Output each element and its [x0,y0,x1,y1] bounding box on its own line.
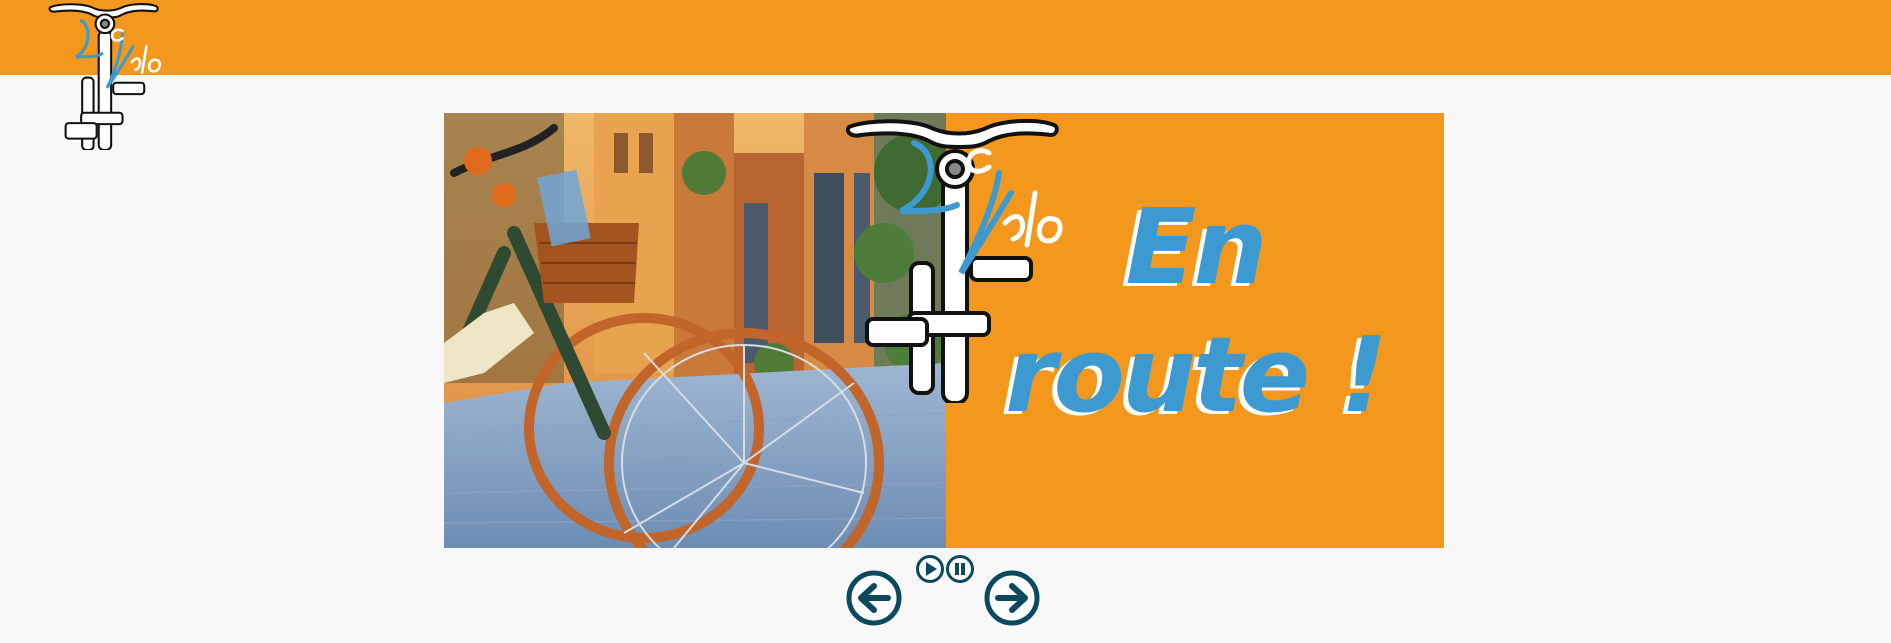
pause-button[interactable] [945,554,975,584]
previous-slide-button[interactable] [846,570,902,626]
header-bar [0,0,1891,75]
carousel-slide: En route ! [444,113,1444,548]
carousel-controls [840,550,1050,630]
next-slide-button[interactable] [984,570,1040,626]
arrow-left-icon [846,570,902,626]
play-button[interactable] [915,554,945,584]
play-icon [916,555,944,583]
arrow-right-icon [984,570,1040,626]
loc-velo-bike-logo-icon [48,3,162,152]
site-logo[interactable] [44,0,170,152]
slide-logo [839,113,1079,405]
pause-icon [946,555,974,583]
loc-velo-bike-logo-icon [846,118,1063,405]
